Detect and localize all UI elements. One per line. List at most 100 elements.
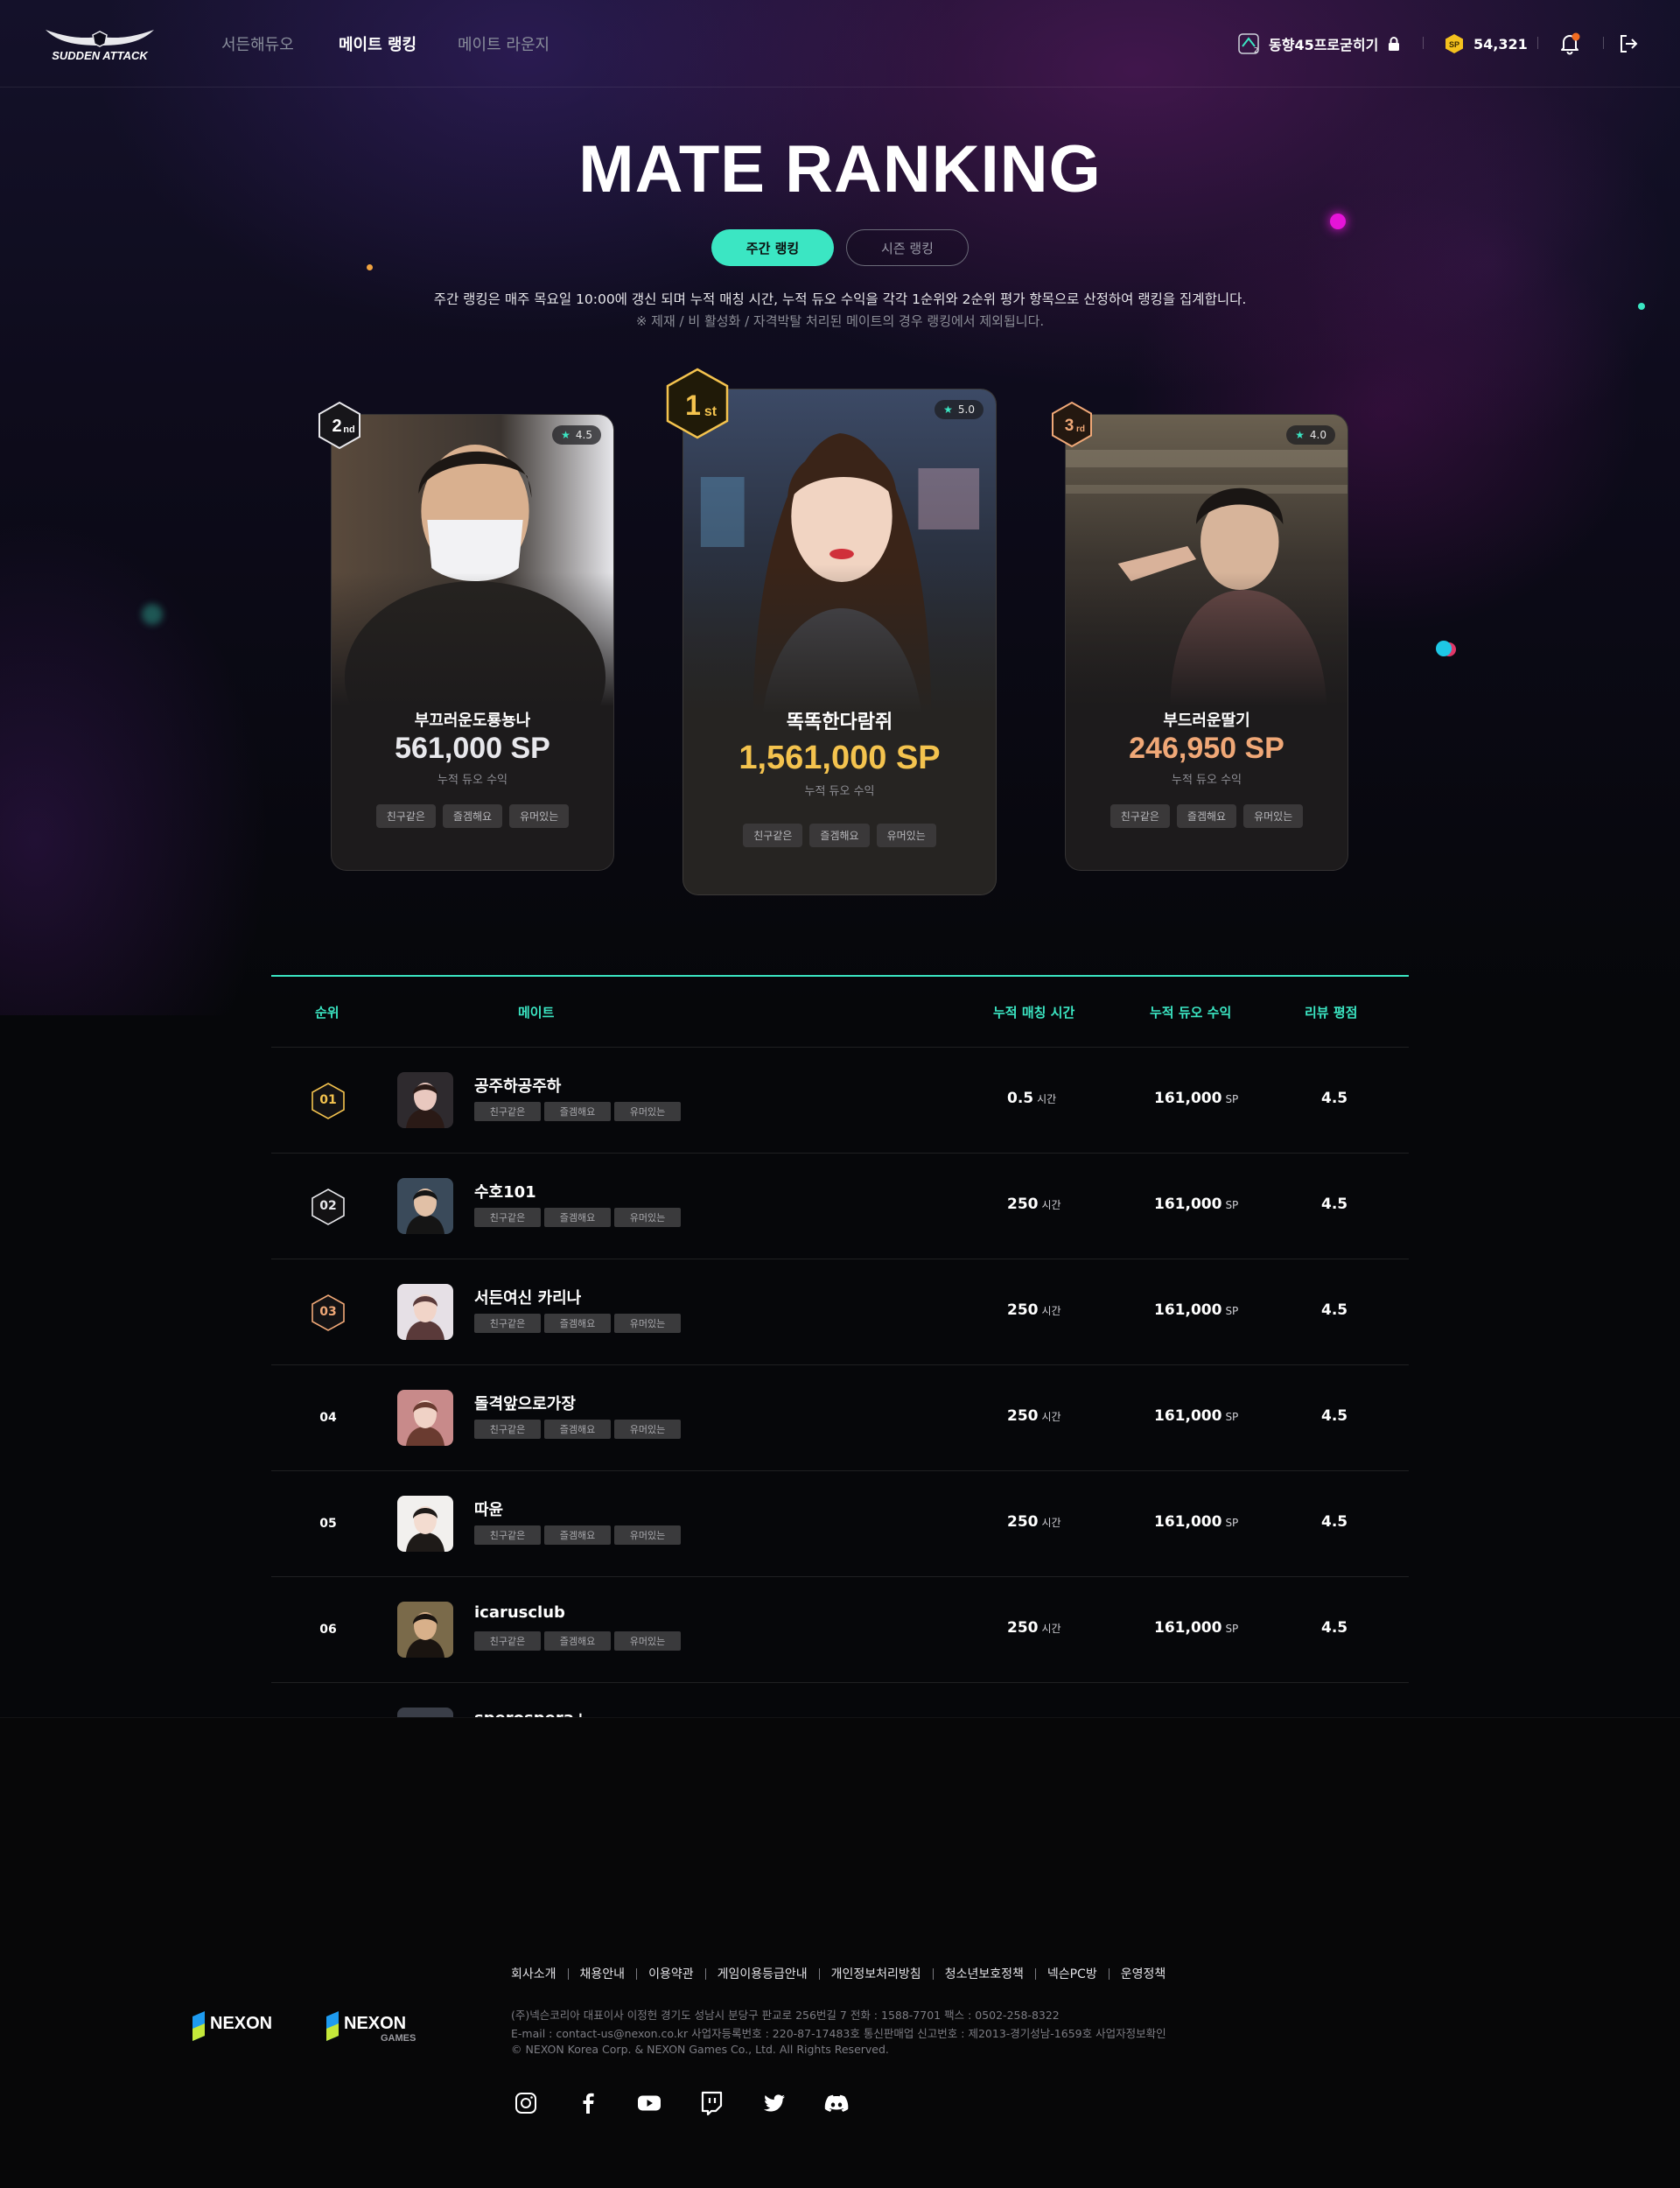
mate-name[interactable]: 공주하공주하 [474, 1074, 561, 1097]
table-row[interactable]: 03 서든여신 카리나 친구같은 즐겜해요 유머있는 250 시간 161,000 SP 4.5 [271, 1259, 1409, 1365]
logout-icon [1620, 35, 1638, 53]
match-time-unit: 시간 [1041, 1517, 1061, 1529]
avatar[interactable] [397, 1072, 453, 1128]
footer-link[interactable]: 게임이용등급안내 [718, 1965, 808, 1982]
review-rating-cell: 4.5 [1321, 1090, 1348, 1107]
sp-balance-value: 54,321 [1474, 35, 1528, 53]
table-top-border [271, 975, 1409, 977]
avatar[interactable] [397, 1284, 453, 1340]
mate-tags: 친구같은즐겜해요유머있는 [474, 1314, 681, 1333]
footer-link[interactable]: 넥슨PC방 [1047, 1965, 1097, 1982]
tab-weekly-ranking[interactable]: 주간 랭킹 [711, 229, 834, 266]
avatar[interactable] [397, 1178, 453, 1234]
table-row[interactable]: 01 공주하공주하 친구같은 즐겜해요 유머있는 0.5 시간 161,000 SP 4.5 [271, 1048, 1409, 1154]
rank-number: 06 [319, 1623, 337, 1637]
svg-text:3: 3 [1065, 417, 1074, 435]
podium-card-2nd[interactable]: ★ 4.5 부끄러운도룡뇽나 561,000 SP 누적 듀오 수익 친구같은 즐… [331, 414, 614, 871]
mate-tags: 친구같은 즐겜해요 유머있는 [1066, 804, 1348, 828]
user-profile[interactable]: 2 동향45프로굳히기 [1237, 32, 1401, 56]
star-icon: ★ [561, 429, 570, 441]
match-time-cell: 0.5 시간 [1007, 1090, 1056, 1107]
review-rating-cell: 4.5 [1321, 1407, 1348, 1425]
twitter-icon[interactable] [761, 2090, 788, 2116]
page-title: MATE RANKING [578, 132, 1102, 207]
footer-link-separator [567, 1967, 569, 1980]
rank-3rd-medal: 3 rd [1052, 401, 1092, 448]
nav-link-sudden-duo[interactable]: 서든해듀오 [221, 32, 294, 55]
sp-balance[interactable]: SP 54,321 [1444, 32, 1528, 56]
instagram-icon[interactable] [513, 2090, 539, 2116]
footer-link[interactable]: 이용약관 [648, 1965, 694, 1982]
tag: 유머있는 [1243, 804, 1304, 828]
table-row[interactable]: 02 수호101 친구같은 즐겜해요 유머있는 250 시간 161,000 SP 4.5 [271, 1154, 1409, 1259]
match-time-unit: 시간 [1041, 1305, 1061, 1317]
tag: 친구같은 [474, 1208, 541, 1227]
avatar[interactable] [397, 1496, 453, 1552]
svg-text:nd: nd [343, 424, 354, 435]
mate-tags: 친구같은 즐겜해요 유머있는 [683, 824, 996, 847]
match-time-unit: 시간 [1041, 1623, 1061, 1635]
top-navigation: SUDDEN ATTACK 서든해듀오 메이트 랭킹 메이트 라운지 2 동향4… [0, 0, 1680, 88]
sudden-attack-logo[interactable]: SUDDEN ATTACK [44, 26, 156, 63]
tag: 유머있는 [614, 1208, 681, 1227]
avatar[interactable] [397, 1602, 453, 1658]
facebook-icon[interactable] [575, 2090, 601, 2116]
twitch-icon[interactable] [698, 2090, 724, 2116]
notifications-button[interactable] [1558, 32, 1581, 56]
mate-name[interactable]: 따윤 [474, 1497, 503, 1520]
table-row[interactable]: 05 따윤 친구같은 즐겜해요 유머있는 250 시간 161,000 SP 4.5 [271, 1471, 1409, 1577]
company-info-line: E-mail : contact-us@nexon.co.kr 사업자등록번호 … [511, 2027, 1166, 2040]
logout-button[interactable] [1618, 32, 1639, 56]
footer-link[interactable]: 청소년보호정책 [945, 1965, 1024, 1982]
discord-icon[interactable] [823, 2090, 850, 2116]
sp-caption: 누적 듀오 수익 [437, 774, 508, 787]
footer-link[interactable]: 개인정보처리방침 [831, 1965, 921, 1982]
match-time-cell: 250시간 [1007, 1619, 1061, 1637]
match-time-cell: 250시간 [1007, 1301, 1061, 1319]
duo-earnings-value: 161,000 [1154, 1196, 1222, 1213]
nav-link-mate-ranking[interactable]: 메이트 랭킹 [339, 32, 416, 55]
footer-link[interactable]: 회사소개 [511, 1965, 556, 1982]
footer-link[interactable]: 운영정책 [1121, 1965, 1166, 1982]
tag: 즐겜해요 [809, 824, 870, 847]
podium-card-3rd[interactable]: ★ 4.0 부드러운딸기 246,950 SP 누적 듀오 수익 친구같은 즐겜해… [1065, 414, 1348, 871]
youtube-icon[interactable] [636, 2090, 662, 2116]
match-time-value: 250 [1007, 1196, 1039, 1213]
tag: 즐겜해요 [544, 1420, 611, 1439]
mate-sp: 561,000 SP [395, 732, 550, 765]
mate-name[interactable]: icarusclub [474, 1603, 565, 1622]
mate-name[interactable]: 돌격앞으로가장 [474, 1392, 576, 1414]
table-row[interactable]: 04 돌격앞으로가장 친구같은 즐겜해요 유머있는 250 시간 161,000 SP 4.5 [271, 1365, 1409, 1471]
rating-badge: ★ 4.0 [1286, 425, 1335, 445]
avatar[interactable] [397, 1390, 453, 1446]
mate-name[interactable]: 서든여신 카리나 [474, 1286, 581, 1308]
duo-earnings-cell: 161,000SP [1154, 1407, 1238, 1425]
lock-icon [1389, 37, 1400, 51]
table-row[interactable]: 06 icarusclub 친구같은 즐겜해요 유머있는 250 시간 161,000 SP 4.… [271, 1577, 1409, 1683]
nav-divider [1537, 37, 1538, 49]
rating-badge: ★ 4.5 [552, 425, 601, 445]
mate-tags: 친구같은 즐겜해요 유머있는 [332, 804, 613, 828]
nexon-games-logo[interactable]: NEXON GAMES [325, 2009, 433, 2046]
footer-link[interactable]: 채용안내 [580, 1965, 626, 1982]
footer-link-separator [1034, 1967, 1036, 1980]
nav-link-mate-lounge[interactable]: 메이트 라운지 [458, 32, 550, 55]
rank-number: 03 [319, 1305, 337, 1319]
duo-earnings-unit: SP [1225, 1305, 1239, 1317]
tag: 유머있는 [614, 1631, 681, 1651]
mate-name[interactable]: 수호101 [474, 1180, 536, 1203]
duo-earnings-value: 161,000 [1154, 1090, 1222, 1107]
column-header-rank: 순위 [315, 1005, 340, 1020]
footer-link-separator [636, 1967, 638, 1980]
duo-earnings-cell: 161,000SP [1154, 1090, 1238, 1107]
copyright: © NEXON Korea Corp. & NEXON Games Co., L… [511, 2043, 889, 2056]
mate-sp: 246,950 SP [1129, 732, 1284, 765]
podium-card-1st[interactable]: ★ 5.0 똑똑한다람쥐 1,561,000 SP 누적 듀오 수익 친구같은 즐… [682, 389, 997, 895]
duo-earnings-value: 161,000 [1154, 1513, 1222, 1531]
star-icon: ★ [943, 403, 953, 416]
duo-earnings-unit: SP [1225, 1517, 1239, 1529]
svg-text:rd: rd [1076, 424, 1085, 434]
nexon-logo[interactable]: NEXON [191, 2009, 292, 2043]
mate-tags: 친구같은즐겜해요유머있는 [474, 1631, 681, 1651]
tab-season-ranking[interactable]: 시즌 랭킹 [846, 229, 969, 266]
